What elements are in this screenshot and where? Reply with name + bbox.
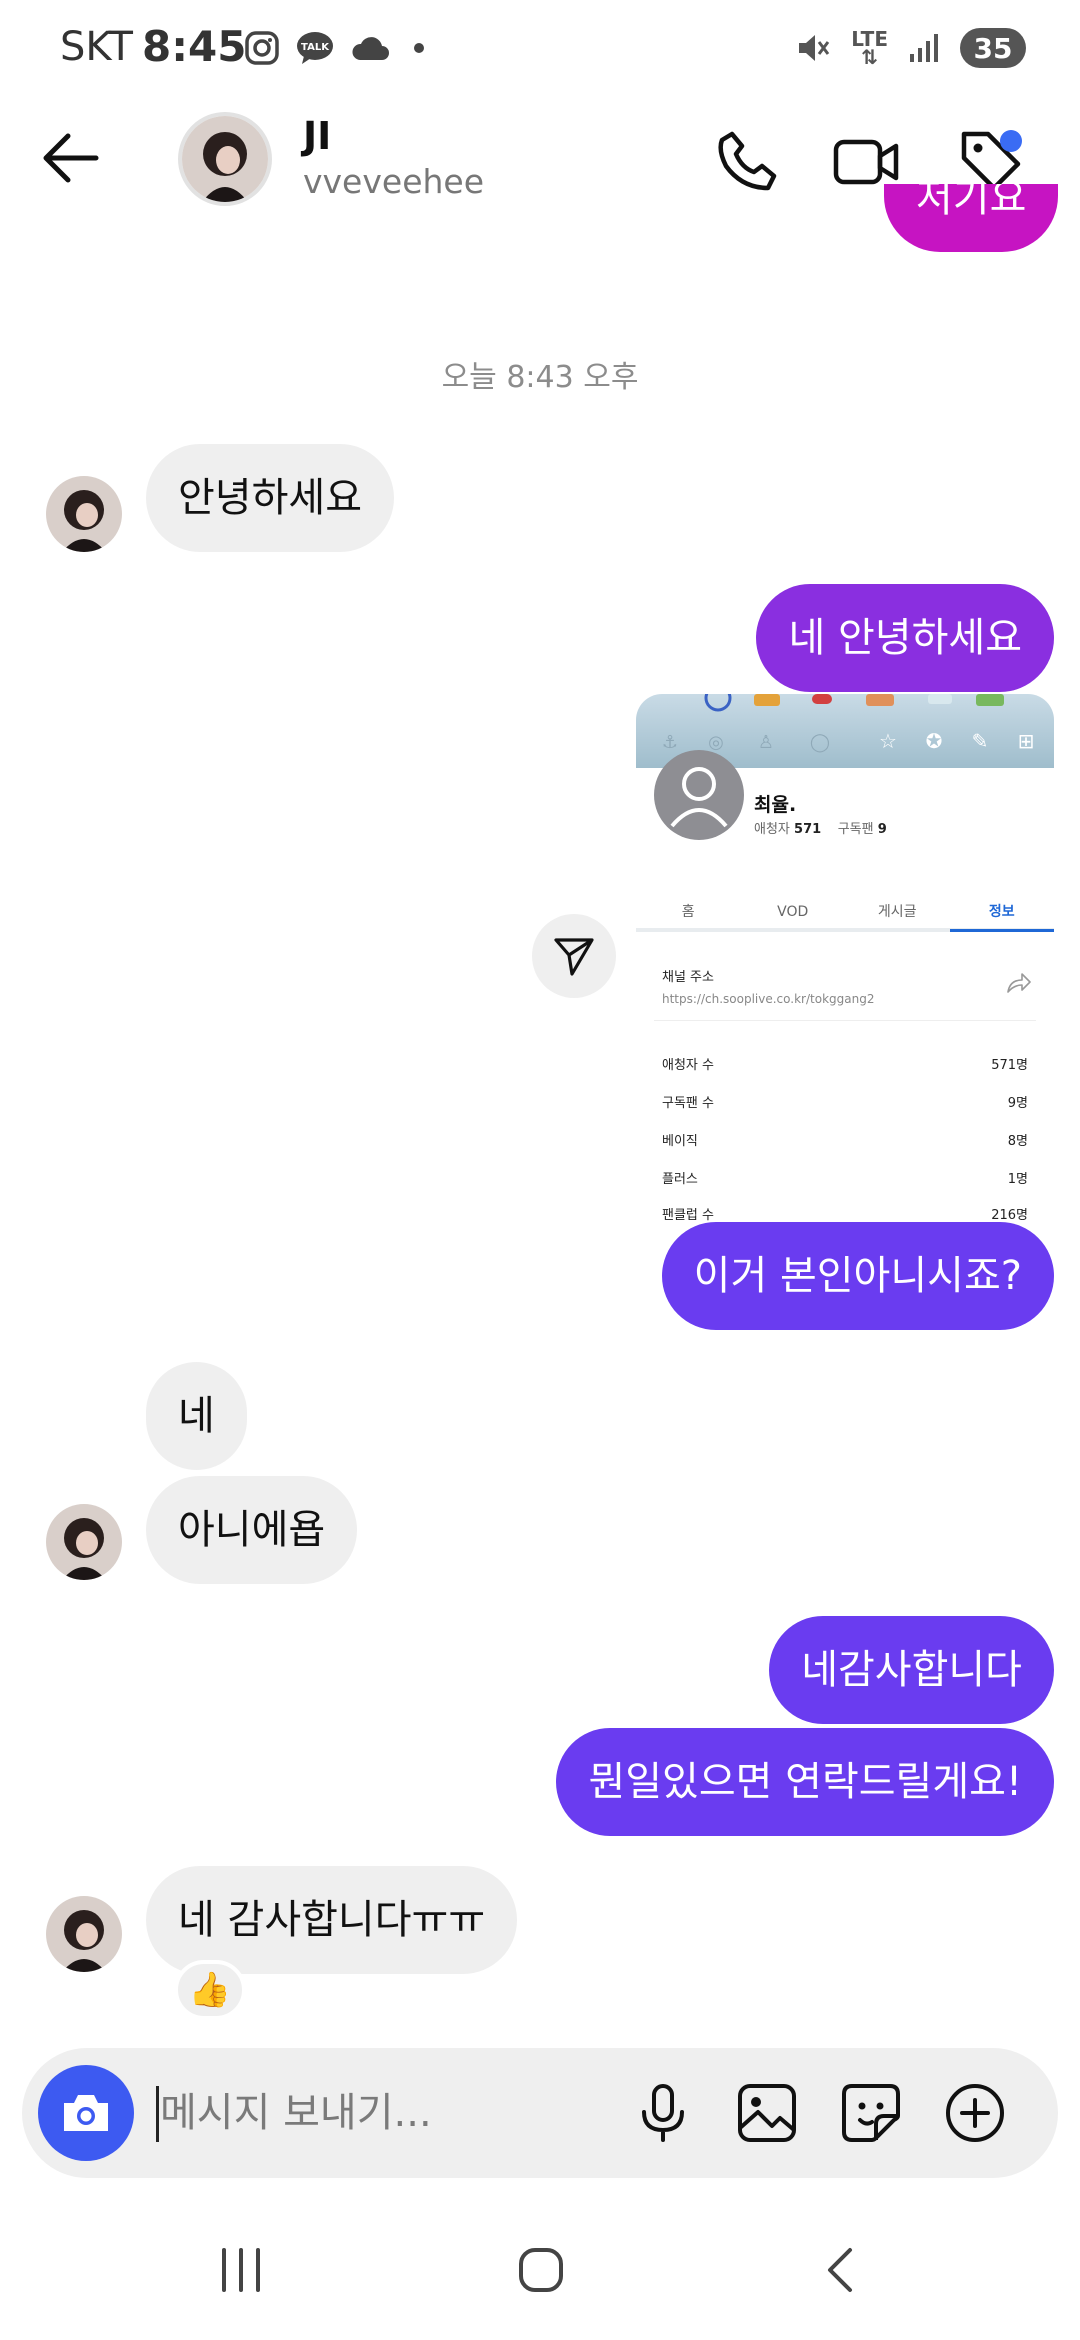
stat-row: 플러스 1명 — [662, 1172, 1028, 1187]
image-icon — [738, 2084, 796, 2142]
gallery-button[interactable] — [732, 2078, 802, 2148]
forward-button[interactable] — [532, 914, 616, 998]
message-bubble-outgoing[interactable]: 이거 본인아니시죠? — [661, 1222, 1054, 1330]
tab-posts: 게시글 — [877, 904, 917, 920]
cloud-icon — [352, 37, 389, 60]
message-bubble-incoming[interactable]: 네 — [146, 1362, 247, 1470]
avatar[interactable] — [46, 1896, 122, 1972]
status-carrier: SKT — [60, 24, 133, 70]
kakaotalk-icon: TALK — [297, 32, 333, 64]
camera-button[interactable] — [38, 2065, 134, 2161]
recent-apps-icon — [222, 2248, 260, 2292]
microphone-button[interactable] — [628, 2078, 698, 2148]
sticker-icon — [842, 2084, 900, 2142]
home-icon — [519, 2248, 563, 2292]
tab-info: 정보 — [949, 896, 1055, 932]
tab-home: 홈 — [681, 904, 695, 920]
channel-avatar — [654, 750, 744, 840]
stat-row: 베이직 8명 — [662, 1134, 1028, 1149]
back-button[interactable] — [36, 126, 108, 190]
add-button[interactable] — [940, 2078, 1010, 2148]
reaction-badge[interactable]: 👍 — [174, 1960, 246, 2020]
signal-icon — [910, 34, 938, 62]
message-input[interactable] — [160, 2076, 620, 2150]
message-bubble-outgoing[interactable]: 네감사합니다 — [769, 1616, 1054, 1724]
tab-vod: VOD — [777, 904, 809, 920]
avatar[interactable] — [46, 1504, 122, 1580]
stat-row: 팬클럽 수 216명 — [662, 1208, 1028, 1223]
recent-apps-button[interactable] — [206, 2240, 276, 2300]
channel-address-url: https://ch.sooplive.co.kr/tokggang2 — [662, 992, 875, 1006]
channel-stats: 애청자 571 구독팬 9 — [754, 822, 887, 837]
contact-username[interactable]: vveveehee — [303, 162, 484, 201]
message-bubble-incoming[interactable]: 네 감사합니다ㅠㅠ — [146, 1866, 518, 1974]
svg-text:◎: ◎ — [708, 732, 724, 753]
call-button[interactable] — [712, 126, 782, 196]
stat-row: 애청자 수 571명 — [662, 1058, 1028, 1073]
timestamp: 오늘 8:43 오후 — [441, 360, 639, 395]
sticker-button[interactable] — [836, 2078, 906, 2148]
system-navigation-bar — [0, 2200, 1080, 2340]
svg-text:☆: ☆ — [879, 729, 897, 753]
svg-text:◯: ◯ — [810, 732, 830, 753]
mute-icon — [799, 35, 830, 61]
plus-circle-icon — [946, 2084, 1004, 2142]
avatar[interactable] — [178, 112, 272, 206]
svg-text:⚓: ⚓ — [662, 732, 678, 753]
svg-text:TALK: TALK — [301, 42, 330, 53]
notification-dot-icon — [414, 43, 424, 53]
message-bubble-outgoing[interactable]: 뭔일있으면 연락드릴게요! — [556, 1728, 1054, 1836]
camera-icon — [64, 2095, 108, 2131]
network-type: LTE ⇅ — [851, 27, 888, 69]
channel-tabs: 홈 VOD 게시글 정보 — [636, 896, 1054, 932]
svg-text:♙: ♙ — [758, 732, 774, 753]
chevron-left-icon — [828, 2248, 852, 2292]
channel-address-label: 채널 주소 — [662, 970, 714, 985]
phone-icon — [718, 131, 777, 191]
share-icon — [1007, 973, 1031, 993]
contact-name[interactable]: JI — [303, 114, 331, 158]
message-bubble-incoming[interactable]: 안녕하세요 — [146, 444, 394, 552]
svg-text:✪: ✪ — [926, 729, 943, 753]
send-icon — [554, 938, 594, 976]
notification-badge — [1000, 130, 1022, 152]
battery-indicator: 35 — [960, 28, 1026, 68]
message-bubble-incoming[interactable]: 아니에욥 — [146, 1476, 358, 1584]
system-back-button[interactable] — [806, 2240, 876, 2300]
svg-text:✎: ✎ — [972, 729, 989, 753]
arrow-left-icon — [43, 133, 99, 183]
stat-row: 구독팬 수 9명 — [662, 1096, 1028, 1111]
shared-image[interactable]: ⚓ ◎ ♙ ◯ ☆ ✪ ✎ ⊞ 최율. 애청자 571 구독팬 9 홈 VOD … — [636, 694, 1054, 1224]
status-bar: SKT 8:45 TALK LTE ⇅ 35 — [0, 0, 1080, 100]
channel-name: 최율. — [754, 794, 797, 816]
home-button[interactable] — [506, 2240, 576, 2300]
instagram-icon — [245, 31, 279, 65]
avatar[interactable] — [46, 476, 122, 552]
message-bubble-outgoing[interactable]: 네 안녕하세요 — [756, 584, 1054, 692]
message-composer — [22, 2048, 1058, 2178]
svg-text:⊞: ⊞ — [1018, 729, 1035, 753]
microphone-icon — [642, 2084, 684, 2142]
status-time: 8:45 — [142, 22, 247, 71]
